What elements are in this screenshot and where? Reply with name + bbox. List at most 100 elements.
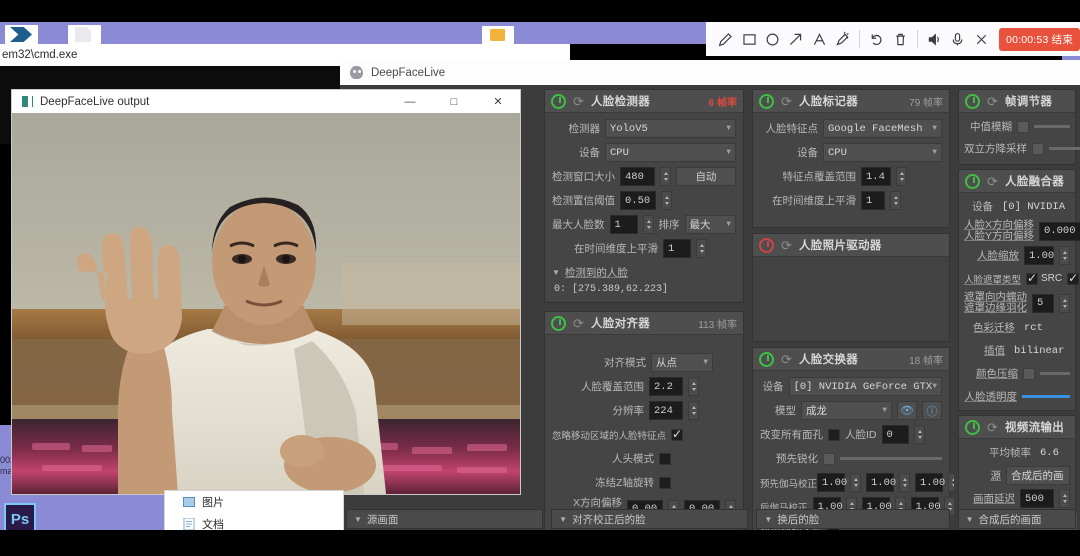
freeze-z-checkbox[interactable] (659, 477, 671, 489)
refresh-icon[interactable]: ⟳ (985, 420, 1000, 435)
threshold-stepper[interactable] (661, 191, 672, 210)
align-mode-select[interactable]: 从点 ▼ (651, 353, 713, 372)
face-coverage-stepper[interactable] (688, 377, 699, 396)
presharpen-slider[interactable] (840, 457, 942, 460)
close-button[interactable]: ✕ (476, 90, 520, 113)
swap-all-checkbox[interactable] (828, 429, 840, 441)
sort-select[interactable]: 最大 ▼ (685, 215, 737, 234)
detector-select[interactable]: YoloV5 ▼ (605, 119, 736, 138)
refresh-icon[interactable]: ⟳ (985, 174, 1000, 189)
face-id-stepper[interactable] (914, 425, 925, 444)
taskbar-icon-app3[interactable] (482, 26, 514, 44)
panel-title: 人脸对齐器 (591, 315, 650, 331)
recording-timer-badge[interactable]: 00:00:53 结束 (999, 28, 1080, 51)
marker-device-select[interactable]: CPU ▼ (823, 143, 942, 162)
marker-temporal-input[interactable]: 1 (861, 191, 885, 210)
resolution-input[interactable]: 224 (649, 401, 683, 420)
refresh-icon[interactable]: ⟳ (571, 316, 586, 331)
source-select[interactable]: 合成后的画 (1006, 466, 1070, 485)
row-detected-faces-header[interactable]: ▼ 检测到的人脸 (552, 263, 736, 282)
median-blur-slider[interactable] (1034, 125, 1070, 128)
panel-face-animator: ⟳ 人脸照片驱动器 (752, 233, 950, 342)
text-icon[interactable] (808, 24, 831, 54)
merger-scale-input[interactable]: 1.00 (1024, 246, 1054, 265)
ellipse-icon[interactable] (761, 24, 784, 54)
marker-coverage-input[interactable]: 1.4 (861, 167, 891, 186)
pregamma-r-input[interactable]: 1.00 (817, 473, 845, 492)
marker-coverage-stepper[interactable] (896, 167, 907, 186)
ignore-moving-checkbox[interactable] (671, 429, 683, 441)
marker-temporal-stepper[interactable] (890, 191, 901, 210)
info-icon[interactable]: ⓘ (922, 401, 942, 420)
power-icon[interactable] (759, 352, 774, 367)
refresh-icon[interactable]: ⟳ (779, 238, 794, 253)
taskbar-icon-app1[interactable] (5, 25, 38, 44)
merger-device-value[interactable]: [0] NVIDIA (998, 197, 1070, 216)
window-size-stepper[interactable] (660, 167, 671, 186)
temporal-input[interactable]: 1 (663, 239, 691, 258)
merger-scale-stepper[interactable] (1059, 246, 1070, 265)
power-icon[interactable] (759, 94, 774, 109)
collapse-aligned-face[interactable]: ▼ 对齐校正后的脸 (551, 509, 748, 529)
landmarks-select[interactable]: Google FaceMesh ▼ (823, 119, 942, 138)
merger-offset-input[interactable]: 0.000 (1039, 222, 1080, 241)
eye-icon[interactable]: 👁 (897, 401, 917, 420)
swapper-device-select[interactable]: [0] NVIDIA GeForce GTX ▼ (789, 377, 942, 396)
max-faces-stepper[interactable] (643, 215, 654, 234)
refresh-icon[interactable]: ⟳ (779, 94, 794, 109)
minimize-button[interactable]: — (388, 90, 432, 113)
pregamma-g-stepper[interactable] (899, 473, 910, 492)
mask-src-checkbox[interactable]: SRC (1026, 273, 1062, 285)
pregamma-r-stepper[interactable] (850, 473, 861, 492)
face-id-input[interactable]: 0 (882, 425, 909, 444)
explorer-item-pictures[interactable]: 图片 (165, 491, 343, 513)
power-icon[interactable] (551, 94, 566, 109)
swapper-model-select[interactable]: 成龙 ▼ (801, 401, 892, 420)
device-select[interactable]: CPU ▼ (605, 143, 736, 162)
erode-stepper[interactable] (1059, 294, 1070, 313)
speaker-icon[interactable] (923, 24, 946, 54)
power-icon[interactable] (965, 174, 980, 189)
delete-icon[interactable] (889, 24, 912, 54)
collapse-source-frame[interactable]: ▼ 源画面 (346, 509, 543, 529)
rectangle-icon[interactable] (737, 24, 760, 54)
threshold-input[interactable]: 0.50 (620, 191, 656, 210)
pregamma-b-input[interactable]: 1.00 (915, 473, 943, 492)
median-blur-slider-handle[interactable] (1017, 121, 1029, 133)
bicubic-slider[interactable] (1049, 147, 1080, 150)
auto-button[interactable]: 自动 (676, 167, 736, 186)
taskbar-icon-app2[interactable] (68, 25, 101, 44)
window-size-input[interactable]: 480 (620, 167, 655, 186)
undo-icon[interactable] (865, 24, 888, 54)
max-faces-input[interactable]: 1 (610, 215, 638, 234)
bicubic-slider-handle[interactable] (1032, 143, 1044, 155)
resolution-stepper[interactable] (688, 401, 699, 420)
refresh-icon[interactable]: ⟳ (985, 94, 1000, 109)
face-coverage-input[interactable]: 2.2 (649, 377, 683, 396)
pen-icon[interactable] (714, 24, 737, 54)
maximize-button[interactable]: □ (432, 90, 476, 113)
mask-cel-checkbox[interactable]: CEL (1067, 273, 1080, 285)
temporal-stepper[interactable] (696, 239, 707, 258)
interp-value[interactable]: bilinear (1010, 341, 1070, 360)
head-mode-checkbox[interactable] (659, 453, 671, 465)
power-icon[interactable] (965, 420, 980, 435)
color-compress-slider-handle[interactable] (1023, 368, 1035, 380)
arrow-icon[interactable] (784, 24, 807, 54)
refresh-icon[interactable]: ⟳ (779, 352, 794, 367)
collapse-swapped-face[interactable]: ▼ 换后的脸 (756, 509, 949, 529)
color-transfer-value[interactable]: rct (1020, 318, 1070, 337)
highlighter-icon[interactable] (831, 24, 854, 54)
collapse-merged-frame[interactable]: ▼ 合成后的画面 (958, 509, 1076, 529)
power-icon[interactable] (965, 94, 980, 109)
color-compress-slider[interactable] (1040, 372, 1070, 375)
refresh-icon[interactable]: ⟳ (571, 94, 586, 109)
close-icon[interactable] (970, 24, 993, 54)
erode-input[interactable]: 5 (1032, 294, 1054, 313)
power-icon[interactable] (759, 238, 774, 253)
presharpen-slider-handle[interactable] (823, 453, 835, 465)
microphone-icon[interactable] (946, 24, 969, 54)
opacity-slider[interactable] (1022, 395, 1070, 398)
pregamma-g-input[interactable]: 1.00 (866, 473, 894, 492)
power-icon[interactable] (551, 316, 566, 331)
